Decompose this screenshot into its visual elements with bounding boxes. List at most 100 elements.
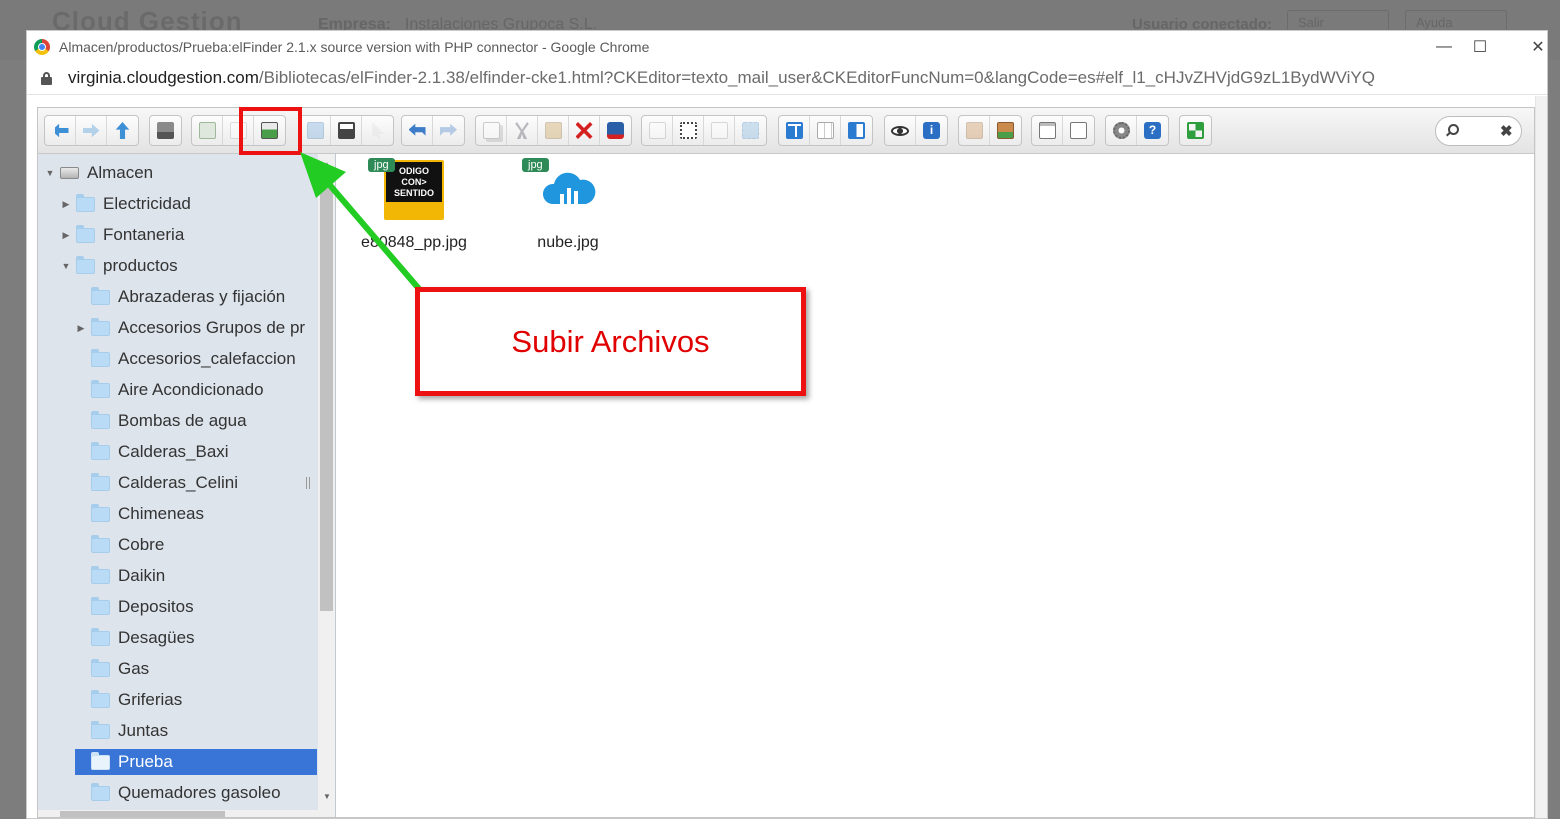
window-titlebar[interactable]: Almacen/productos/Prueba:elFinder 2.1.x … <box>27 31 1547 62</box>
paste-button[interactable] <box>538 116 569 145</box>
folder-icon <box>91 658 110 677</box>
tree-item[interactable]: Prueba <box>75 749 317 775</box>
tree-item[interactable]: Aire Acondicionado <box>75 377 264 403</box>
tree-root[interactable]: ▼ Almacen <box>44 160 154 186</box>
file-item[interactable]: jpg ODIGO CON> SENTIDO e80848_pp.jpg <box>344 158 484 252</box>
getfile-button[interactable] <box>362 116 393 145</box>
info-button[interactable]: i <box>916 116 947 145</box>
tree-item-label: Prueba <box>118 752 173 771</box>
tree-scroll-thumb[interactable] <box>320 176 333 611</box>
redo-button[interactable] <box>433 116 464 145</box>
home-button[interactable] <box>150 116 181 145</box>
tree-item[interactable]: Daikin <box>75 563 165 589</box>
preferences-button[interactable] <box>1106 116 1137 145</box>
rename-button[interactable] <box>673 116 704 145</box>
search-box[interactable]: ✖ <box>1435 116 1522 146</box>
file-item[interactable]: jpg nube.jpg <box>498 158 638 252</box>
collapse-arrow-icon[interactable]: ▼ <box>60 261 72 271</box>
tree-item[interactable]: Depositos <box>75 594 194 620</box>
toolbar-group-info: i <box>884 115 948 146</box>
page-scrollbar[interactable] <box>1535 96 1547 818</box>
tree-item[interactable]: ▶ Accesorios Grupos de pr <box>75 315 305 341</box>
tree-item[interactable]: Griferias <box>75 687 182 713</box>
close-icon[interactable]: ✕ <box>1511 31 1560 62</box>
view-icons-button[interactable] <box>779 116 810 145</box>
tree-item[interactable]: Desagües <box>75 625 195 651</box>
tree-item[interactable]: Accesorios_calefaccion <box>75 346 296 372</box>
edit-button[interactable] <box>704 116 735 145</box>
copy-button[interactable] <box>476 116 507 145</box>
backdrop-left <box>0 60 26 819</box>
expand-arrow-icon[interactable]: ▶ <box>75 323 87 334</box>
paste-icon <box>544 122 562 139</box>
back-button[interactable] <box>45 116 76 145</box>
redo-icon <box>440 123 457 136</box>
forward-icon <box>82 123 100 138</box>
url-path: /Bibliotecas/elFinder-2.1.38/elfinder-ck… <box>258 68 1375 87</box>
url-text[interactable]: virginia.cloudgestion.com/Bibliotecas/el… <box>68 68 1375 88</box>
tree-item[interactable]: Calderas_Baxi <box>75 439 229 465</box>
expand-arrow-icon[interactable]: ▶ <box>60 230 72 241</box>
folder-icon <box>91 534 110 553</box>
duplicate-button[interactable] <box>642 116 673 145</box>
resize-button[interactable] <box>735 116 766 145</box>
search-icon[interactable] <box>1448 124 1459 135</box>
tree-item[interactable]: Abrazaderas y fijación <box>75 284 285 310</box>
expand-arrow-icon[interactable]: ▶ <box>60 199 72 210</box>
folder-icon <box>76 224 95 243</box>
folder-icon <box>91 596 110 615</box>
forward-button[interactable] <box>76 116 107 145</box>
fullscreen-button[interactable] <box>1180 116 1211 145</box>
tree-item[interactable]: ▶ Fontaneria <box>60 222 184 248</box>
toolbar-group-fullscreen <box>1179 115 1212 146</box>
view-list-button[interactable] <box>810 116 841 145</box>
home-icon <box>157 122 174 139</box>
tree-item[interactable]: ▶ Electricidad <box>60 191 191 217</box>
cut-icon <box>515 122 529 139</box>
tree-item-label: Electricidad <box>103 194 191 213</box>
archive-button[interactable] <box>990 116 1021 145</box>
tree-item-label: Aire Acondicionado <box>118 380 264 399</box>
tree-scrollbar[interactable]: ▲ ▼ <box>318 154 335 817</box>
toolbar-group-select <box>1031 115 1095 146</box>
maximize-icon[interactable]: ☐ <box>1453 31 1507 62</box>
tree-item[interactable]: Calderas_Celini <box>75 470 238 496</box>
quicklook-button[interactable] <box>885 116 916 145</box>
tree-item-label: Abrazaderas y fijación <box>118 287 286 306</box>
drive-icon <box>60 167 79 179</box>
tree-item[interactable]: ▼ productos <box>60 253 178 279</box>
quicklook-icon <box>891 125 909 136</box>
tree-item[interactable]: Chimeneas <box>75 501 204 527</box>
download-button[interactable] <box>331 116 362 145</box>
extract-button[interactable] <box>959 116 990 145</box>
search-clear-icon[interactable]: ✖ <box>1500 122 1513 140</box>
undo-button[interactable] <box>402 116 433 145</box>
view-icons-icon <box>785 122 803 139</box>
delete-button[interactable] <box>569 116 600 145</box>
tree-item[interactable]: Gas <box>75 656 149 682</box>
file-type-badge: jpg <box>522 158 549 172</box>
tree-item[interactable]: Quemadores gasoleo <box>75 780 281 806</box>
tree-item[interactable]: Juntas <box>75 718 168 744</box>
folder-icon <box>91 503 110 522</box>
tree-hscroll-thumb[interactable] <box>60 811 225 817</box>
select-button[interactable] <box>1032 116 1063 145</box>
file-area[interactable]: jpg ODIGO CON> SENTIDO e80848_pp.jpg jpg <box>338 154 1534 817</box>
tree-hscrollbar[interactable] <box>38 810 318 817</box>
mkdir-button[interactable] <box>192 116 223 145</box>
collapse-arrow-icon[interactable]: ▼ <box>44 168 56 178</box>
resize-grip-icon[interactable] <box>306 477 310 489</box>
sort-button[interactable] <box>1063 116 1094 145</box>
open-button[interactable] <box>300 116 331 145</box>
tree-item[interactable]: Bombas de agua <box>75 408 247 434</box>
view-details-button[interactable] <box>841 116 872 145</box>
scroll-up-icon[interactable]: ▲ <box>323 160 331 169</box>
empty-button[interactable] <box>600 116 631 145</box>
open-icon <box>306 122 324 139</box>
up-button[interactable] <box>107 116 138 145</box>
cut-button[interactable] <box>507 116 538 145</box>
help-button[interactable]: ? <box>1137 116 1168 145</box>
tree-item[interactable]: Cobre <box>75 532 164 558</box>
address-bar[interactable]: virginia.cloudgestion.com/Bibliotecas/el… <box>27 62 1547 95</box>
scroll-down-icon[interactable]: ▼ <box>323 792 331 801</box>
